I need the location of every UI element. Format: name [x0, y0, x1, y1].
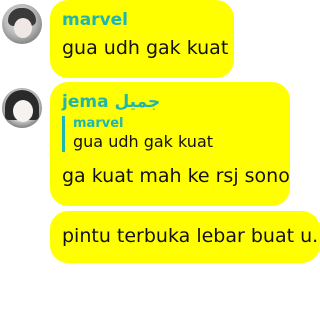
quoted-text: gua udh gak kuat [73, 132, 214, 151]
message-text: gua udh gak kuat [62, 37, 229, 59]
chat-view: marvel gua udh gak kuat jema جميل marvel… [0, 0, 320, 312]
message-text: pintu terbuka lebar buat u. [62, 225, 319, 247]
avatar[interactable] [2, 4, 42, 44]
message-text: ga kuat mah ke rsj sono [62, 165, 290, 187]
message-bubble[interactable]: marvel gua udh gak kuat [50, 0, 234, 78]
avatar[interactable] [2, 88, 42, 128]
quoted-sender: marvel [73, 116, 124, 131]
sender-name[interactable]: marvel [62, 10, 222, 30]
message-bubble[interactable]: jema جميل marvel gua udh gak kuat ga kua… [50, 82, 290, 206]
sender-name[interactable]: jema جميل [62, 92, 278, 112]
message-bubble[interactable]: pintu terbuka lebar buat u. [50, 211, 320, 263]
quoted-reply[interactable]: marvel gua udh gak kuat [62, 116, 278, 152]
